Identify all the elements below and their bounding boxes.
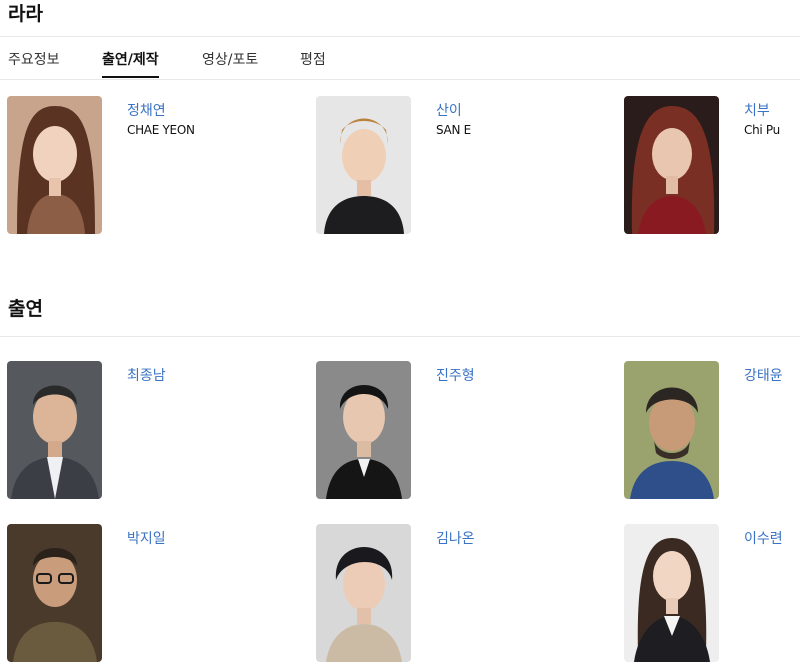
tab-bar: 주요정보 출연/제작 영상/포토 평점 — [0, 37, 800, 79]
person-name[interactable]: 김나온 — [436, 528, 475, 548]
tab-cast-production[interactable]: 출연/제작 — [102, 49, 159, 69]
person-english-name: SAN E — [436, 123, 471, 137]
person-card: 최종남 — [7, 361, 257, 501]
person-card: 산이 SAN E — [316, 96, 566, 236]
person-name[interactable]: 박지일 — [127, 528, 166, 548]
person-card: 진주형 — [316, 361, 566, 501]
profile-photo[interactable] — [624, 524, 719, 662]
tab-rating[interactable]: 평점 — [300, 49, 326, 69]
profile-photo[interactable] — [7, 524, 102, 662]
profile-photo[interactable] — [7, 96, 102, 234]
person-card: 박지일 — [7, 524, 257, 664]
person-name[interactable]: 산이 — [436, 100, 462, 120]
person-card: 정채연 CHAE YEON — [7, 96, 257, 236]
person-name[interactable]: 정채연 — [127, 100, 166, 120]
portrait-woman-icon — [624, 524, 719, 662]
tabs-divider — [0, 79, 800, 80]
profile-photo[interactable] — [7, 361, 102, 499]
portrait-man-icon — [7, 524, 102, 662]
tab-video-photo[interactable]: 영상/포토 — [202, 49, 258, 69]
portrait-woman-icon — [624, 96, 719, 234]
person-name[interactable]: 진주형 — [436, 365, 475, 385]
cast-section-title: 출연 — [8, 298, 43, 320]
active-tab-indicator — [102, 76, 159, 78]
portrait-woman-icon — [7, 96, 102, 234]
person-card: 김나온 — [316, 524, 566, 664]
portrait-man-icon — [7, 361, 102, 499]
profile-photo[interactable] — [316, 361, 411, 499]
person-card: 강태윤 — [624, 361, 800, 501]
tab-main-info[interactable]: 주요정보 — [8, 49, 60, 69]
profile-photo[interactable] — [624, 96, 719, 234]
person-english-name: CHAE YEON — [127, 123, 195, 137]
person-name[interactable]: 최종남 — [127, 365, 166, 385]
section-divider — [0, 336, 800, 337]
page-title: 라라 — [8, 3, 43, 25]
profile-photo[interactable] — [316, 96, 411, 234]
portrait-man-icon — [624, 361, 719, 499]
person-name[interactable]: 강태윤 — [744, 365, 783, 385]
portrait-man-icon — [316, 524, 411, 662]
profile-photo[interactable] — [316, 524, 411, 662]
person-english-name: Chi Pu — [744, 123, 780, 137]
portrait-man-icon — [316, 96, 411, 234]
person-name[interactable]: 이수련 — [744, 528, 783, 548]
person-card: 이수련 — [624, 524, 800, 664]
profile-photo[interactable] — [624, 361, 719, 499]
person-card: 치부 Chi Pu — [624, 96, 800, 236]
portrait-man-icon — [316, 361, 411, 499]
person-name[interactable]: 치부 — [744, 100, 770, 120]
